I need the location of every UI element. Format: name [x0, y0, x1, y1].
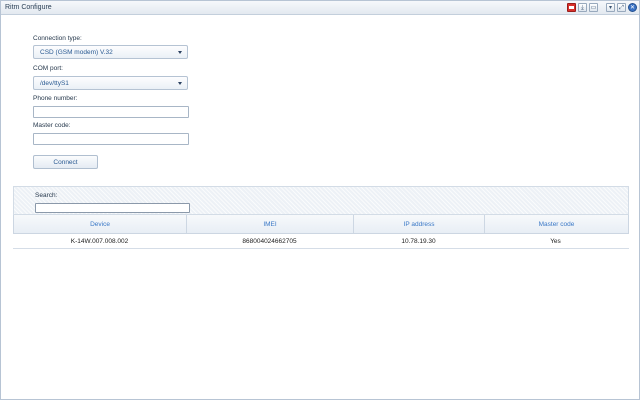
column-header-imei[interactable]: IMEI — [187, 215, 354, 233]
toolbar-spacer — [600, 3, 604, 12]
master-code-label: Master code: — [33, 122, 71, 129]
column-header-ip-address[interactable]: IP address — [354, 215, 485, 233]
cell-ip-address: 10.78.19.30 — [401, 238, 436, 245]
com-port-label: COM port: — [33, 65, 63, 72]
download-icon[interactable]: ⤓ — [578, 3, 587, 12]
search-bar: Search: — [13, 186, 629, 215]
app-window: Ritm Configure ⤓ ▭ ▾ ⤢ ✕ Connection type… — [0, 0, 640, 400]
minimize-icon[interactable]: ▾ — [606, 3, 615, 12]
flag-icon[interactable] — [567, 3, 576, 12]
phone-number-label: Phone number: — [33, 95, 78, 102]
com-port-value: /dev/ttyS1 — [40, 80, 69, 87]
column-header-device[interactable]: Device — [14, 215, 187, 233]
connection-type-label: Connection type: — [33, 35, 82, 42]
table-row[interactable]: K-14W.007.008.002 868004024662705 10.78.… — [13, 234, 629, 249]
folder-icon[interactable]: ▭ — [589, 3, 598, 12]
window-controls: ⤓ ▭ ▾ ⤢ ✕ — [565, 3, 637, 13]
window-title: Ritm Configure — [5, 4, 52, 11]
search-input[interactable] — [35, 203, 190, 213]
cell-device: K-14W.007.008.002 — [70, 238, 129, 245]
master-code-input[interactable] — [33, 133, 189, 145]
chevron-down-icon — [178, 82, 182, 85]
cell-master-code: Yes — [550, 238, 561, 245]
connect-button[interactable]: Connect — [33, 155, 98, 169]
devices-panel: Search: Device IMEI IP address Master co… — [13, 186, 629, 249]
maximize-icon[interactable]: ⤢ — [617, 3, 626, 12]
connection-type-value: CSD (GSM modem) V.32 — [40, 49, 113, 56]
column-header-master-code[interactable]: Master code — [485, 215, 628, 233]
phone-number-input[interactable] — [33, 106, 189, 118]
com-port-select[interactable]: /dev/ttyS1 — [33, 76, 188, 90]
cell-imei: 868004024662705 — [242, 238, 297, 245]
search-label: Search: — [35, 192, 58, 199]
close-icon[interactable]: ✕ — [628, 3, 637, 12]
table-header: Device IMEI IP address Master code — [13, 215, 629, 234]
connection-type-select[interactable]: CSD (GSM modem) V.32 — [33, 45, 188, 59]
chevron-down-icon — [178, 51, 182, 54]
title-bar: Ritm Configure ⤓ ▭ ▾ ⤢ ✕ — [1, 1, 639, 15]
